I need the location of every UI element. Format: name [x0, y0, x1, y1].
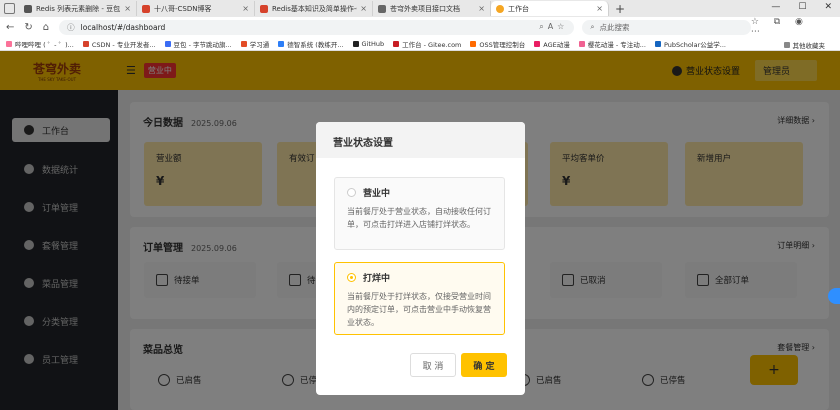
bookmark-item[interactable]: PubScholar公益学...	[654, 39, 726, 49]
minimize-icon[interactable]: —	[771, 2, 780, 12]
browser-tab-0[interactable]: Redis 列表元素删除 - 豆包 ×	[19, 1, 137, 16]
bookmark-icon	[470, 40, 477, 47]
store-status-dialog: 营业状态设置 营业中 当前餐厅处于营业状态，自动接收任何订单，可点击打烊进入店铺…	[316, 122, 525, 395]
close-icon[interactable]: ×	[124, 4, 131, 13]
bookmarks-bar: 哔哩哔哩 ( ゜- ゜)... CSDN - 专业开发者... 豆包 - 字节跳…	[0, 37, 840, 51]
bookmark-icon	[278, 40, 285, 47]
bookmark-label: 学习通	[249, 40, 270, 49]
bookmark-icon	[240, 40, 247, 47]
url-actions-icon[interactable]: ⌕A☆	[539, 22, 568, 32]
window-controls: — ☐ ✕	[771, 2, 832, 12]
address-bar-row: ← ↻ ⌂ ⓘ localhost/#/dashboard ⌕A☆ ⌕ 点此搜索…	[0, 17, 840, 37]
bookmark-label: 德智系统 (教练开...	[287, 40, 344, 49]
bookmark-label: 豆包 - 字节跳动旗...	[173, 40, 232, 49]
close-icon[interactable]: ×	[360, 4, 367, 13]
bookmark-label: PubScholar公益学...	[663, 40, 726, 49]
tab-title: 十八哥-CSDN博客	[154, 4, 212, 13]
bookmark-icon	[393, 40, 400, 47]
browser-tab-4[interactable]: 工作台 ×	[491, 1, 609, 16]
search-icon: ⌕	[590, 22, 595, 31]
tab-favicon	[496, 4, 504, 13]
tab-favicon	[260, 4, 268, 13]
radio-closed[interactable]	[347, 273, 356, 282]
bookmark-item[interactable]: 工作台 - Gitee.com	[393, 39, 461, 49]
search-placeholder: 点此搜索	[599, 22, 630, 32]
browser-tab-3[interactable]: 苍穹外卖项目接口文档 ×	[373, 1, 491, 16]
bookmark-label: AGE动漫	[543, 40, 570, 49]
close-icon[interactable]: ×	[242, 4, 249, 13]
bookmark-icon	[578, 40, 585, 47]
dialog-title: 营业状态设置	[316, 122, 525, 158]
radio-open[interactable]	[347, 188, 356, 197]
window-menu-icon[interactable]	[4, 3, 15, 14]
bookmark-label: 樱花动漫 - 专注动...	[587, 40, 646, 49]
bookmark-label: CSDN - 专业开发者...	[91, 40, 156, 49]
tab-title: 工作台	[508, 4, 529, 13]
tab-favicon	[378, 4, 386, 13]
tab-title: Redis 列表元素删除 - 豆包	[36, 4, 121, 13]
option-description: 当前餐厅处于营业状态，自动接收任何订单，可点击打烊进入店铺打烊状态。	[347, 207, 491, 229]
bookmark-item[interactable]: 德智系统 (教练开...	[278, 39, 344, 49]
search-input[interactable]: ⌕ 点此搜索	[582, 19, 751, 35]
cancel-button[interactable]: 取 消	[410, 353, 456, 377]
back-icon[interactable]: ←	[6, 22, 14, 33]
bookmark-icon	[534, 40, 541, 47]
refresh-icon[interactable]: ↻	[24, 22, 32, 33]
bookmark-label: 哔哩哔哩 ( ゜- ゜)...	[15, 40, 74, 49]
close-icon[interactable]: ×	[478, 4, 485, 13]
bookmark-icon	[352, 40, 359, 47]
tab-title: Redis基本知识及简单操作-CSDN	[272, 4, 357, 13]
bookmark-item[interactable]: 樱花动漫 - 专注动...	[578, 39, 646, 49]
info-icon[interactable]: ⓘ	[67, 22, 75, 33]
bookmark-item[interactable]: 豆包 - 字节跳动旗...	[164, 39, 232, 49]
maximize-icon[interactable]: ☐	[798, 2, 806, 12]
bookmark-item[interactable]: AGE动漫	[534, 39, 570, 49]
option-description: 当前餐厅处于打烊状态，仅接受营业时间内的预定订单，可点击营业中手动恢复营业状态。	[347, 292, 491, 327]
tab-favicon	[24, 4, 32, 13]
confirm-button[interactable]: 确 定	[461, 353, 507, 377]
option-title: 打烊中	[363, 274, 391, 284]
toolbar-icons[interactable]: ☆ ⧉ ◉ ⋯	[751, 17, 832, 37]
translate-icon[interactable]	[828, 288, 840, 304]
bookmark-item[interactable]: OSS管理控制台	[470, 39, 525, 49]
option-closed[interactable]: 打烊中 当前餐厅处于打烊状态，仅接受营业时间内的预定订单，可点击营业中手动恢复营…	[334, 262, 505, 335]
new-tab-button[interactable]: +	[615, 2, 625, 16]
bookmark-item[interactable]: 哔哩哔哩 ( ゜- ゜)...	[6, 39, 74, 49]
other-bookmarks-label: 其他收藏夹	[792, 42, 826, 50]
bookmark-item[interactable]: 学习通	[240, 39, 270, 49]
browser-tab-1[interactable]: 十八哥-CSDN博客 ×	[137, 1, 255, 16]
folder-icon	[783, 42, 790, 48]
close-window-icon[interactable]: ✕	[824, 2, 832, 12]
other-bookmarks[interactable]: 其他收藏夹	[783, 40, 826, 50]
bookmark-icon	[82, 40, 89, 47]
bookmark-icon	[164, 40, 171, 47]
close-icon[interactable]: ×	[596, 4, 603, 13]
tab-title: 苍穹外卖项目接口文档	[390, 4, 460, 13]
home-icon[interactable]: ⌂	[43, 22, 49, 33]
bookmark-label: GitHub	[361, 39, 385, 48]
url-text: localhost/#/dashboard	[80, 22, 166, 32]
option-title: 营业中	[363, 189, 391, 199]
tab-favicon	[142, 4, 150, 13]
browser-tab-2[interactable]: Redis基本知识及简单操作-CSDN×	[255, 1, 373, 16]
bookmark-item[interactable]: GitHub	[352, 39, 385, 48]
bookmark-item[interactable]: CSDN - 专业开发者...	[82, 39, 156, 49]
option-open[interactable]: 营业中 当前餐厅处于营业状态，自动接收任何订单，可点击打烊进入店铺打烊状态。	[334, 177, 505, 250]
bookmark-label: OSS管理控制台	[479, 40, 526, 49]
bookmark-icon	[654, 40, 661, 47]
bookmark-icon	[6, 40, 12, 47]
url-field[interactable]: ⓘ localhost/#/dashboard ⌕A☆	[59, 19, 575, 35]
browser-tab-strip: Redis 列表元素删除 - 豆包 × 十八哥-CSDN博客 × Redis基本知识…	[0, 0, 840, 17]
bookmark-label: 工作台 - Gitee.com	[402, 40, 462, 49]
